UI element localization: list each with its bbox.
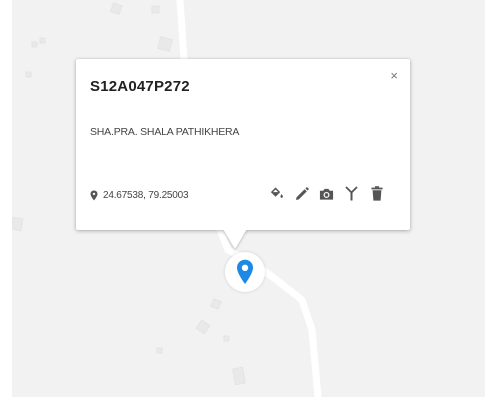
location-pin-icon <box>237 259 253 284</box>
popup-title: S12A047P272 <box>90 78 190 95</box>
popup-tail <box>223 229 247 249</box>
coordinates-row: 24.67538, 79.25003 <box>90 190 189 201</box>
camera-icon[interactable] <box>319 185 334 202</box>
popup-actions <box>269 185 384 202</box>
coordinates-text: 24.67538, 79.25003 <box>103 190 189 201</box>
info-popup: S12A047P272 × SHA.PRA. SHALA PATHIKHERA … <box>76 59 410 230</box>
paint-bucket-icon[interactable] <box>269 185 284 202</box>
map-marker[interactable] <box>225 252 265 292</box>
location-pin-small-icon <box>90 190 98 201</box>
tower-icon[interactable] <box>344 185 359 202</box>
pencil-icon[interactable] <box>294 185 309 202</box>
close-button[interactable]: × <box>390 69 398 82</box>
popup-address: SHA.PRA. SHALA PATHIKHERA <box>90 126 240 138</box>
trash-icon[interactable] <box>369 185 384 202</box>
